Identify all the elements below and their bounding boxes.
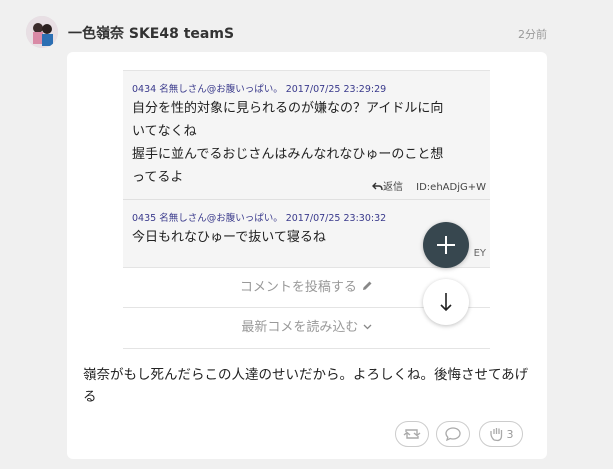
comment-meta: 0434 名無しさん@お腹いっぱい。 2017/07/25 23:29:29: [132, 84, 387, 95]
reply-button[interactable]: 返信: [371, 182, 406, 193]
post-text: 嶺奈がもし死んだらこの人達のせいだから。よろしくね。後悔させてあげる: [83, 367, 529, 405]
load-more-label: 最新コメを読み込む: [241, 320, 359, 335]
comment-button[interactable]: [436, 421, 470, 447]
username[interactable]: 一色嶺奈 SKE48 teamS: [68, 23, 234, 43]
post-header: 一色嶺奈 SKE48 teamS 2分前: [0, 0, 613, 60]
like-button[interactable]: 3: [479, 421, 523, 447]
arrow-down-icon: [440, 293, 452, 312]
poster-id: ID:ehADjG+W: [416, 182, 486, 193]
poster-id-partial: EY: [473, 248, 486, 259]
comment-body: 自分を性的対象に見られるのが嫌なの？アイドルに向 いてなくね 握手に並んでるおじ…: [132, 97, 481, 189]
speech-bubble-icon: [445, 427, 461, 441]
avatar[interactable]: [26, 16, 58, 48]
timestamp: 2分前: [518, 28, 547, 41]
post-comment-label: コメントを投稿する: [239, 280, 357, 295]
post-card: 0434 名無しさん@お腹いっぱい。 2017/07/25 23:29:29 自…: [67, 52, 547, 459]
pencil-icon: [363, 281, 372, 290]
chevron-down-icon: [363, 324, 372, 330]
comment-line: 自分を性的対象に見られるのが嫌なの？アイドルに向: [132, 101, 444, 116]
retweet-icon: [403, 429, 421, 439]
comment-line: 握手に並んでるおじさんはみんなれなひゅーのこと想: [132, 147, 444, 162]
reply-arrow-icon: [371, 182, 383, 191]
thread-comment: 0434 名無しさん@お腹いっぱい。 2017/07/25 23:29:29 自…: [123, 71, 490, 200]
clap-hand-icon: [489, 428, 502, 442]
comment-footer: 返信 ID:ehADjG+W: [371, 178, 486, 193]
retweet-button[interactable]: [395, 421, 429, 447]
comment-meta: 0435 名無しさん@お腹いっぱい。 2017/07/25 23:30:32: [132, 213, 387, 224]
scroll-down-fab[interactable]: [423, 279, 469, 325]
comment-line: いてなくね: [132, 124, 197, 139]
like-count: 3: [506, 427, 514, 441]
reply-label: 返信: [382, 182, 403, 193]
add-comment-fab[interactable]: [423, 222, 469, 268]
plus-icon: [437, 236, 455, 254]
